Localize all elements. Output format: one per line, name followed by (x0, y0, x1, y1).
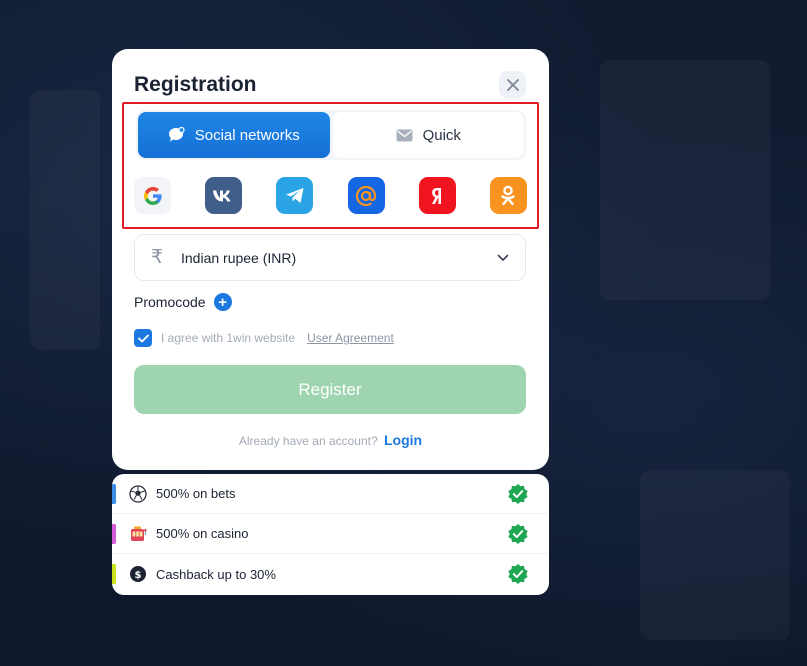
login-link[interactable]: Login (384, 432, 422, 448)
telegram-icon (285, 188, 304, 203)
register-button[interactable]: Register (134, 365, 526, 414)
registration-modal: Registration Social networks Quick ₹ Ind… (112, 49, 549, 470)
tab-social-networks[interactable]: Social networks (138, 112, 330, 158)
chat-bubble-icon (168, 127, 185, 142)
close-button[interactable] (499, 71, 526, 98)
odnoklassniki-login-button[interactable] (489, 177, 527, 214)
tab-social-networks-label: Social networks (194, 126, 300, 144)
mailru-at-icon (355, 185, 377, 206)
tab-quick-label: Quick (422, 126, 461, 144)
cashback-coin-icon: $ (128, 564, 148, 584)
bonus-stripe (112, 564, 116, 584)
login-prompt-row: Already have an account? Login (112, 432, 549, 448)
slot-machine-icon (128, 524, 148, 544)
bonus-stripe (112, 484, 116, 504)
agreement-text: I agree with 1win website (161, 331, 296, 345)
verified-check-icon (508, 564, 528, 584)
login-prompt-text: Already have an account? (238, 434, 378, 448)
rupee-icon: ₹ (151, 247, 164, 268)
bonus-text: Cashback up to 30% (156, 566, 276, 582)
odnoklassniki-icon (501, 185, 516, 205)
svg-text:$: $ (135, 570, 142, 581)
yandex-login-button[interactable] (418, 177, 456, 214)
soccer-ball-icon (128, 484, 148, 504)
bonus-stripe (112, 524, 116, 544)
bonus-text: 500% on casino (156, 526, 249, 541)
social-login-row (134, 177, 527, 214)
bonus-row-cashback: $ Cashback up to 30% (112, 554, 549, 594)
user-agreement-link[interactable]: User Agreement (307, 331, 394, 345)
vk-icon (212, 190, 231, 201)
promocode-toggle[interactable]: Promocode + (134, 293, 232, 311)
currency-select[interactable]: ₹ Indian rupee (INR) (134, 234, 526, 281)
bonus-text: 500% on bets (156, 486, 236, 501)
tab-quick[interactable]: Quick (332, 112, 524, 158)
agreement-row: I agree with 1win website User Agreement (134, 329, 394, 347)
close-icon (506, 78, 519, 91)
vk-login-button[interactable] (205, 177, 243, 214)
bonus-row-bets: 500% on bets (112, 474, 549, 514)
chevron-down-icon (497, 254, 509, 261)
promocode-label: Promocode (134, 294, 206, 310)
telegram-login-button[interactable] (276, 177, 314, 214)
plus-icon: + (213, 293, 232, 311)
envelope-icon (396, 129, 413, 141)
agreement-checkbox[interactable] (134, 329, 152, 347)
google-login-button[interactable] (134, 177, 171, 214)
modal-title: Registration (134, 73, 257, 96)
checkmark-icon (137, 334, 149, 342)
bonus-panel: 500% on bets 500% on casino $ Cashback u… (112, 474, 549, 595)
verified-check-icon (508, 523, 528, 544)
verified-check-icon (508, 483, 528, 504)
google-icon (143, 186, 162, 205)
currency-label: Indian rupee (INR) (181, 249, 297, 266)
bonus-row-casino: 500% on casino (112, 514, 549, 554)
yandex-icon (432, 187, 442, 204)
registration-tabs: Social networks Quick (136, 110, 526, 160)
mailru-login-button[interactable] (347, 177, 385, 214)
